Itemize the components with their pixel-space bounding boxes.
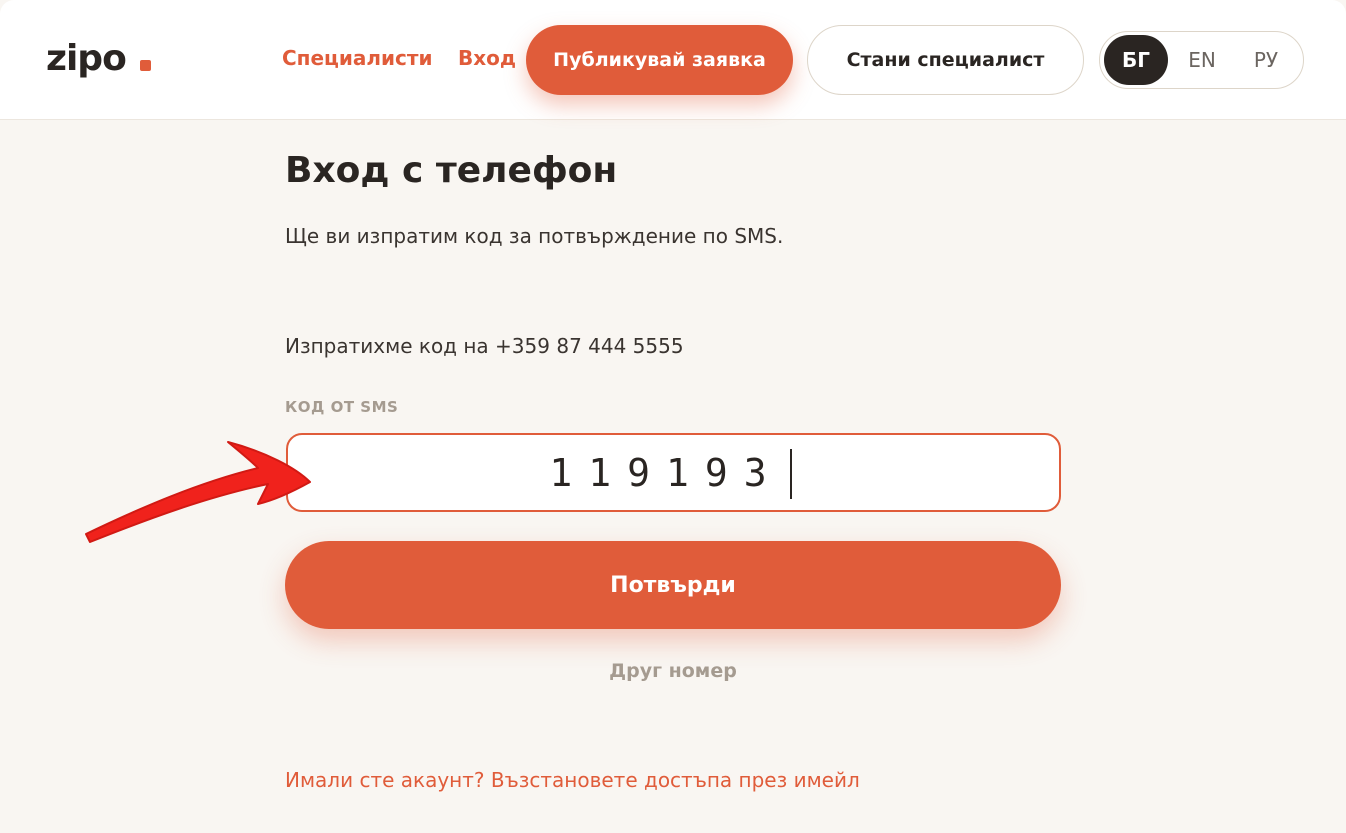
language-switcher: БГ EN РУ <box>1099 31 1304 89</box>
text-caret <box>790 449 792 499</box>
site-header: zipo Специалисти Вход Публикувай заявка … <box>0 0 1346 120</box>
nav-link-specialists[interactable]: Специалисти <box>282 46 433 70</box>
logo-text: zipo <box>46 38 127 79</box>
red-arrow-icon <box>85 441 311 543</box>
language-option-ru[interactable]: РУ <box>1234 35 1298 85</box>
sms-code-value: 119193 <box>549 451 783 495</box>
logo-dot-icon <box>139 60 151 71</box>
confirm-button[interactable]: Потвърди <box>285 541 1061 629</box>
publish-request-button[interactable]: Публикувай заявка <box>526 25 793 95</box>
sms-code-label: КОД ОТ SMS <box>285 398 399 416</box>
logo[interactable]: zipo <box>46 38 151 79</box>
language-option-en[interactable]: EN <box>1170 35 1234 85</box>
code-sent-info: Изпратихме код на +359 87 444 5555 <box>285 334 684 358</box>
recover-via-email-link[interactable]: Имали сте акаунт? Възстановете достъпа п… <box>285 768 860 792</box>
become-specialist-button[interactable]: Стани специалист <box>807 25 1084 95</box>
other-number-link[interactable]: Друг номер <box>285 660 1061 682</box>
sms-code-input[interactable]: 119193 <box>286 433 1061 512</box>
language-option-bg[interactable]: БГ <box>1104 35 1168 85</box>
page-subtitle: Ще ви изпратим код за потвърждение по SM… <box>285 224 784 248</box>
page-title: Вход с телефон <box>285 150 618 191</box>
nav-link-login[interactable]: Вход <box>458 46 516 70</box>
